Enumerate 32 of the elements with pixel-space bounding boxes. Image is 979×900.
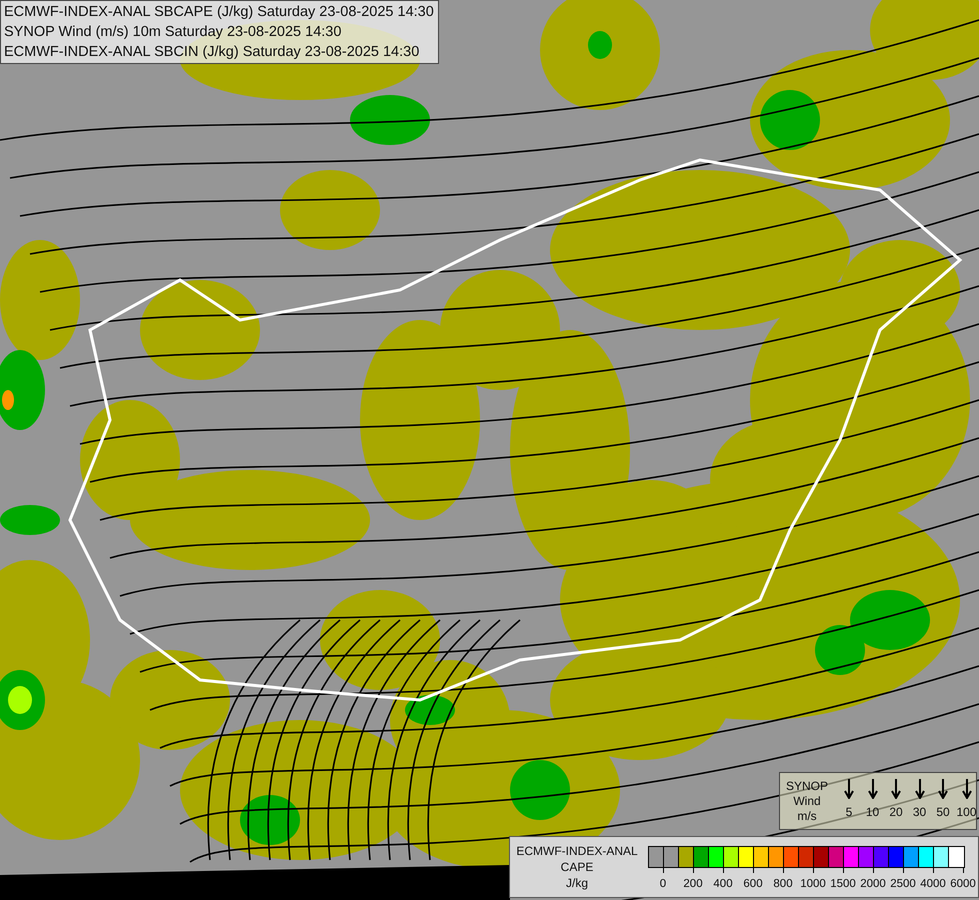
scale-label: 4000: [920, 877, 946, 892]
scale-label: 200: [683, 877, 703, 892]
arrow-icon: [891, 779, 901, 799]
wind-speed-label: 50: [935, 804, 951, 821]
scale-label: 0: [660, 877, 666, 892]
legend-title-line: CAPE: [560, 859, 594, 875]
wind-speed-label: 5: [844, 804, 854, 821]
scale-label: 2500: [890, 877, 916, 892]
legend-title-line: Wind: [792, 794, 822, 809]
legend-title-line: J/kg: [564, 875, 589, 891]
wind-speed-label: 30: [912, 804, 928, 821]
arrow-icon: [962, 779, 972, 799]
wind-speed-label: 20: [888, 804, 904, 821]
scale-label: 1500: [830, 877, 856, 892]
scale-label: 6000: [950, 877, 976, 892]
arrow-icon: [844, 779, 854, 799]
legend-title-line: SYNOP: [784, 779, 829, 794]
arrow-icon: [938, 779, 948, 799]
legend-title-line: m/s: [796, 809, 818, 824]
scale-label: 1000: [800, 877, 826, 892]
wind-speed-label: 100: [956, 804, 978, 821]
scale-label: 400: [713, 877, 733, 892]
legend-title-line: ECMWF-INDEX-ANAL: [515, 843, 639, 859]
map-title-line: ECMWF-INDEX-ANAL SBCAPE (J/kg) Saturday 23-08-2025 14:30: [4, 3, 434, 22]
wind-speed-label: 10: [864, 804, 880, 821]
arrow-icon: [868, 779, 878, 799]
scale-label: 600: [743, 877, 763, 892]
map-title-line: SYNOP Wind (m/s) 10m Saturday 23-08-2025 14:30: [4, 23, 342, 42]
scale-label: 800: [773, 877, 793, 892]
scale-label: 2000: [860, 877, 886, 892]
map-title-line: ECMWF-INDEX-ANAL SBCIN (J/kg) Saturday 23-08-2025 14:30: [4, 43, 420, 62]
arrow-icon: [914, 779, 924, 799]
